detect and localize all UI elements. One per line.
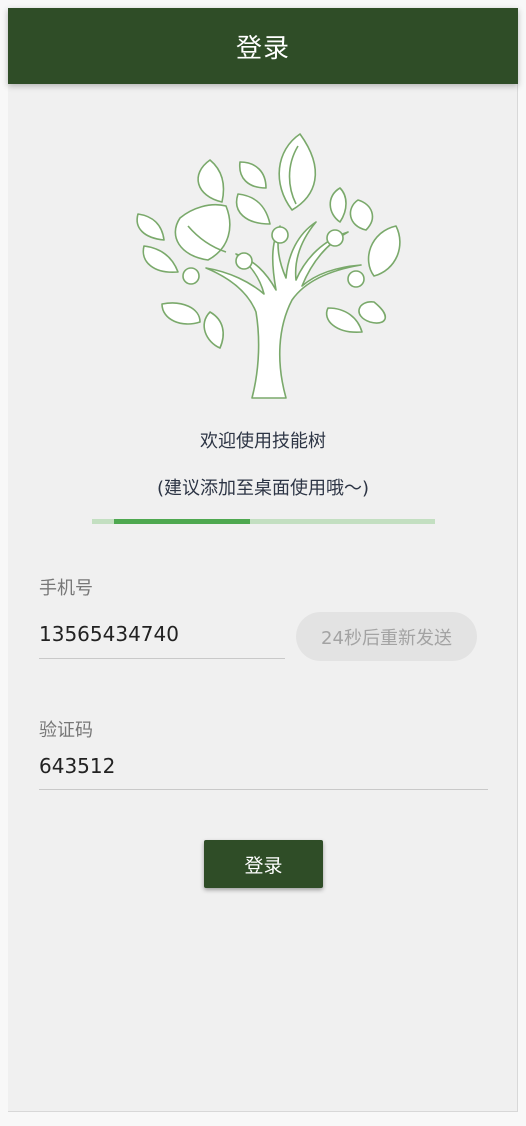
phone-input[interactable] bbox=[39, 622, 285, 646]
code-underline bbox=[39, 789, 488, 790]
add-to-desktop-hint: (建议添加至桌面使用哦～) bbox=[156, 478, 370, 499]
app-frame: 登录 欢迎使用技能树 (建议添加至桌面使用哦～) 手机号 13565434740… bbox=[8, 8, 518, 1112]
welcome-text: 欢迎使用技能树 bbox=[200, 431, 326, 452]
progress-bar-fill bbox=[113, 519, 250, 524]
login-button-label: 登录 bbox=[244, 854, 283, 877]
login-button[interactable]: 登录 bbox=[204, 840, 323, 888]
verification-code-input[interactable] bbox=[39, 754, 488, 778]
resend-code-button[interactable]: 24秒后重新发送 bbox=[296, 612, 477, 661]
skill-tree-icon bbox=[136, 133, 401, 399]
resend-code-label: 24秒后重新发送 bbox=[321, 627, 452, 649]
page-title: 登录 bbox=[235, 33, 290, 64]
app-bar: 登录 bbox=[8, 8, 518, 84]
phone-label: 手机号 bbox=[39, 578, 93, 599]
progress-bar bbox=[92, 519, 435, 524]
code-label: 验证码 bbox=[39, 720, 93, 741]
phone-underline bbox=[39, 658, 285, 659]
